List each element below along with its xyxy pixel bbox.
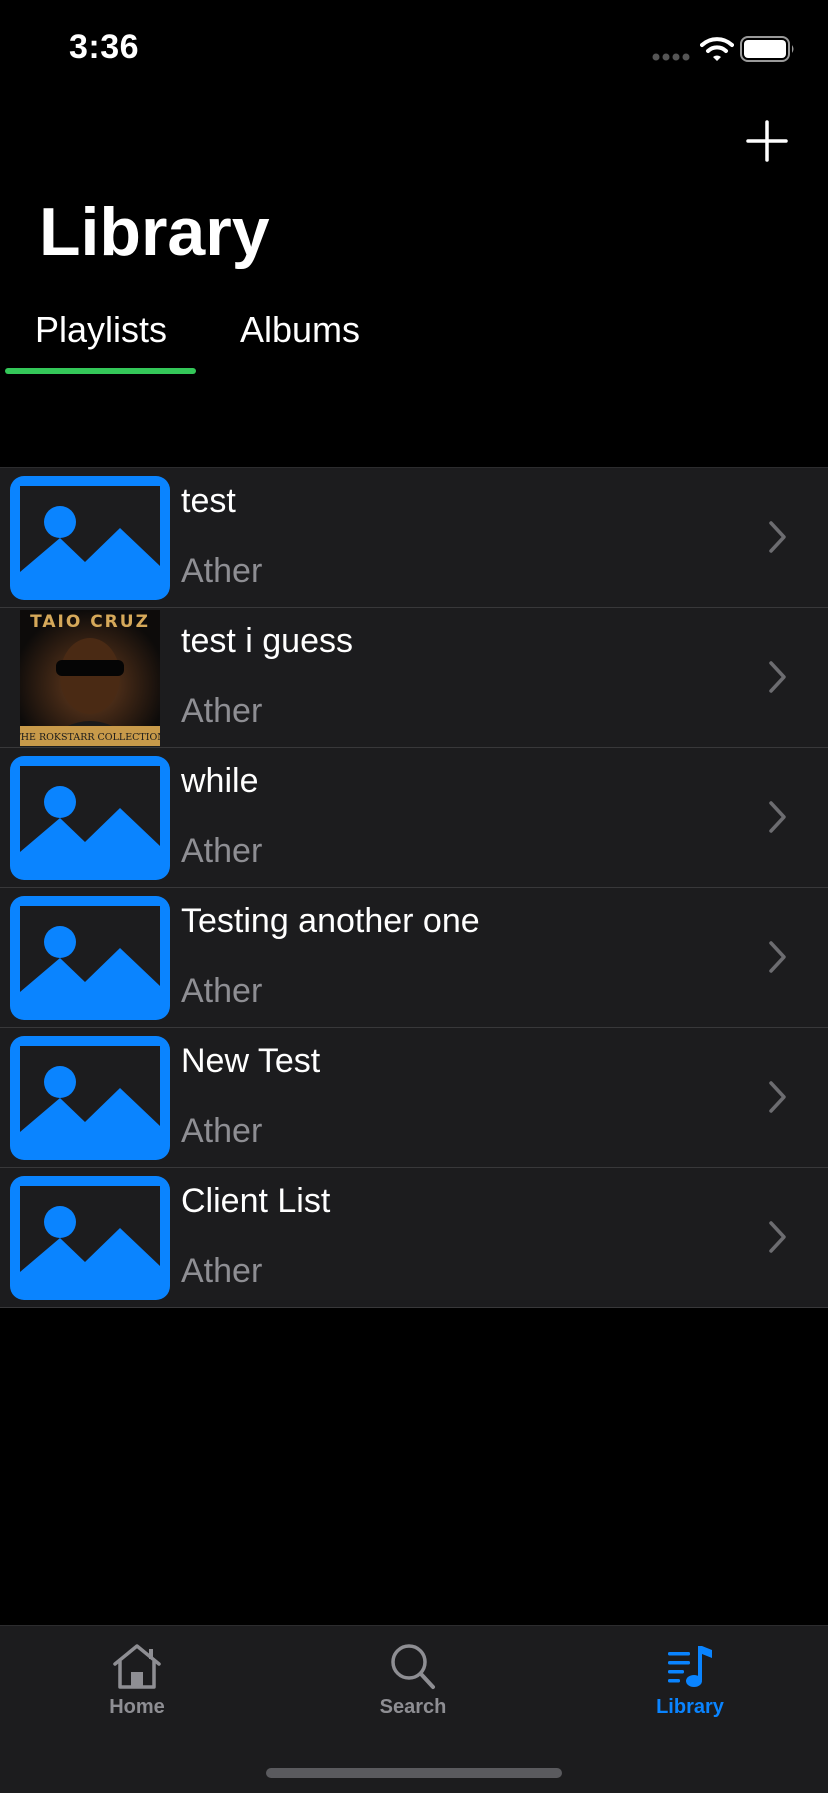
playlist-row[interactable]: TAIO CRUZ THE ROKSTARR COLLECTION test i… [0,608,828,748]
status-time: 3:36 [69,28,140,66]
plus-icon [746,120,788,162]
tab-bar-label: Library [656,1696,724,1718]
image-placeholder-icon [10,1176,170,1300]
playlist-owner: Ather [181,692,263,730]
playlist-owner: Ather [181,972,263,1010]
playlist-list: test Ather TAIO CRUZ THE ROKSTARR COLLEC… [0,467,828,1308]
add-playlist-button[interactable] [744,118,790,164]
chevron-right-icon [769,521,786,553]
playlist-row[interactable]: Testing another one Ather [0,888,828,1028]
album-artist-text: TAIO CRUZ [30,612,150,632]
playlist-owner: Ather [181,832,263,870]
album-cover-image: TAIO CRUZ THE ROKSTARR COLLECTION [20,610,160,746]
library-tabs: Playlists Albums [0,300,828,380]
playlist-owner: Ather [181,552,263,590]
playlist-title: test [181,482,236,520]
tab-bar-search[interactable]: Search [333,1642,493,1752]
playlist-row[interactable]: test Ather [0,468,828,608]
tab-bar-library[interactable]: Library [610,1642,770,1752]
image-placeholder-icon [10,1036,170,1160]
page-title: Library [39,194,270,270]
playlist-row[interactable]: Client List Ather [0,1168,828,1308]
status-bar: 3:36 [0,0,828,100]
music-library-icon [668,1646,712,1687]
battery-icon [740,36,794,62]
cellular-signal-icon [652,53,690,61]
tab-selection-indicator [5,368,196,374]
chevron-right-icon [769,941,786,973]
playlist-row[interactable]: New Test Ather [0,1028,828,1168]
playlist-title: New Test [181,1042,321,1080]
album-collection-text: THE ROKSTARR COLLECTION [20,732,160,743]
playlist-owner: Ather [181,1112,263,1150]
image-placeholder-icon [10,896,170,1020]
playlist-title: Testing another one [181,902,480,940]
chevron-right-icon [769,1221,786,1253]
playlist-title: while [181,762,259,800]
playlist-title: test i guess [181,622,353,660]
tab-bar-home[interactable]: Home [57,1642,217,1752]
tab-bar-label: Home [109,1696,165,1718]
wifi-icon [700,37,734,61]
magnifying-glass-icon [391,1644,435,1689]
playlist-owner: Ather [181,1252,263,1290]
chevron-right-icon [769,1081,786,1113]
home-indicator [266,1768,562,1778]
image-placeholder-icon [10,476,170,600]
image-placeholder-icon [10,756,170,880]
tab-playlists[interactable]: Playlists [35,300,167,360]
chevron-right-icon [769,801,786,833]
house-icon [113,1644,161,1689]
playlist-title: Client List [181,1182,331,1220]
chevron-right-icon [769,661,786,693]
tab-albums[interactable]: Albums [240,300,360,360]
tab-bar-label: Search [379,1696,447,1718]
playlist-row[interactable]: while Ather [0,748,828,888]
